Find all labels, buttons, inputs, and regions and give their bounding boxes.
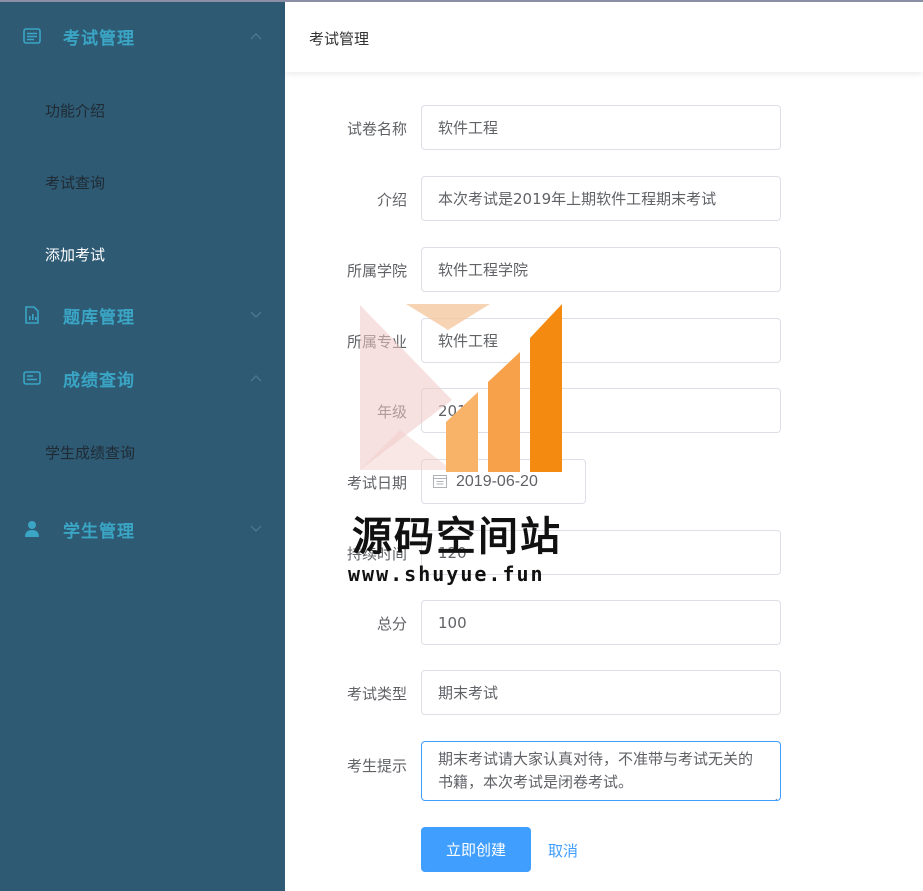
sidebar-item-exam-query[interactable]: 考试查询 [0, 154, 285, 210]
sidebar-item-label: 添加考试 [45, 245, 106, 264]
candidate-tips-text: 期末考试请大家认真对待，不准带与考试无关的书籍，本次考试是闭卷考试。 [438, 750, 754, 791]
menu-group-exam-management[interactable]: 考试管理 [0, 4, 285, 68]
menu-group-title: 考试管理 [63, 28, 135, 49]
breadcrumb: 考试管理 [309, 30, 370, 48]
field-label: 介绍 [376, 191, 407, 209]
chevron-down-icon [250, 523, 262, 535]
menu-group-title: 成绩查询 [63, 370, 135, 391]
field-label: 考试日期 [346, 474, 407, 492]
calendar-icon [433, 474, 447, 488]
chevron-up-icon [250, 372, 262, 384]
menu-group-title: 题库管理 [63, 307, 135, 328]
field-label: 试卷名称 [346, 120, 407, 138]
create-button[interactable]: 立即创建 [421, 827, 531, 872]
sidebar-item-feature-intro[interactable]: 功能介绍 [0, 82, 285, 138]
exam-type-input[interactable]: 期末考试 [421, 670, 781, 715]
id-card-icon [22, 368, 42, 388]
field-label: 总分 [376, 615, 407, 633]
sidebar-item-label: 学生成绩查询 [45, 443, 136, 462]
exam-date-value: 2019-06-20 [456, 472, 538, 490]
sidebar-item-label: 功能介绍 [45, 101, 106, 120]
introduction-input[interactable]: 本次考试是2019年上期软件工程期末考试 [421, 176, 781, 221]
exam-date-picker[interactable]: 2019-06-20 [421, 459, 586, 504]
menu-group-score-query[interactable]: 成绩查询 [0, 346, 285, 410]
cancel-button[interactable]: 取消 [548, 840, 578, 861]
document-chart-icon [22, 305, 42, 325]
field-label: 年级 [376, 403, 407, 421]
major-input[interactable]: 软件工程 [421, 318, 781, 363]
field-label: 考试类型 [346, 685, 407, 703]
menu-group-question-bank[interactable]: 题库管理 [0, 283, 285, 347]
user-icon [22, 519, 42, 539]
field-label: 所属专业 [346, 333, 407, 351]
paper-name-input[interactable]: 软件工程 [421, 105, 781, 150]
window-top-border [0, 0, 923, 2]
college-input[interactable]: 软件工程学院 [421, 247, 781, 292]
field-label: 考生提示 [346, 757, 407, 775]
candidate-tips-textarea[interactable]: 期末考试请大家认真对待，不准带与考试无关的书籍，本次考试是闭卷考试。 [421, 741, 781, 801]
sidebar-item-add-exam[interactable]: 添加考试 [0, 226, 285, 282]
sidebar-item-student-score-query[interactable]: 学生成绩查询 [0, 424, 285, 480]
watermark-url: www.shuyue.fun [348, 562, 545, 586]
chevron-up-icon [250, 30, 262, 42]
grade-input[interactable]: 2018 [421, 388, 781, 433]
sidebar: 考试管理 功能介绍 考试查询 添加考试 题库管理 成绩查询 学生成绩查询 学生管… [0, 0, 285, 891]
sidebar-item-label: 考试查询 [45, 173, 106, 192]
menu-group-student-management[interactable]: 学生管理 [0, 497, 285, 561]
menu-group-title: 学生管理 [63, 521, 135, 542]
list-icon [22, 26, 42, 46]
field-label: 所属学院 [346, 262, 407, 280]
add-exam-form: 试卷名称 软件工程 介绍 本次考试是2019年上期软件工程期末考试 所属学院 软… [285, 72, 923, 891]
total-score-input[interactable]: 100 [421, 600, 781, 645]
chevron-down-icon [250, 309, 262, 321]
resize-grip-icon[interactable] [770, 790, 778, 800]
watermark-title: 源码空间站 [352, 514, 562, 560]
page-header: 考试管理 [285, 2, 923, 72]
